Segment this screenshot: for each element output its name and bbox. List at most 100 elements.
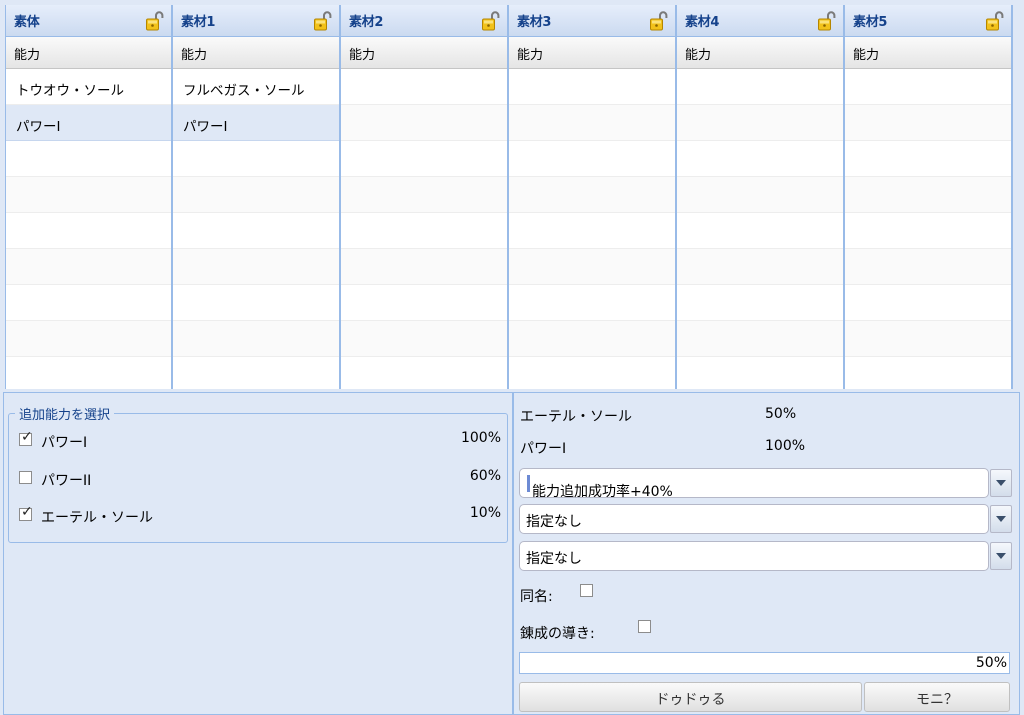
ability-option[interactable]: ✓ パワーI 100% xyxy=(19,430,505,451)
table-row[interactable] xyxy=(6,321,171,357)
unlocked-padlock-icon[interactable] xyxy=(817,10,837,32)
table-row[interactable] xyxy=(845,105,1011,141)
column-header[interactable]: 能力 xyxy=(173,37,339,69)
table-row[interactable] xyxy=(677,69,843,105)
table-row[interactable] xyxy=(341,285,507,321)
table-row[interactable] xyxy=(341,357,507,389)
combo-dropdown-trigger[interactable] xyxy=(990,469,1012,497)
column-header[interactable]: 能力 xyxy=(509,37,675,69)
grid-title-bar: 素材5 xyxy=(845,5,1011,37)
table-row[interactable] xyxy=(509,321,675,357)
unlocked-padlock-icon[interactable] xyxy=(481,10,501,32)
table-row[interactable] xyxy=(509,285,675,321)
grid-title-bar: 素材4 xyxy=(677,5,843,37)
table-row[interactable] xyxy=(341,177,507,213)
additional-ability-panel: 追加能力を選択 ✓ パワーI 100% パワーII 60% ✓ エーテル・ソール 10% xyxy=(3,392,513,715)
bonus-combo-2[interactable]: 指定なし xyxy=(519,504,1012,534)
table-row[interactable] xyxy=(341,321,507,357)
rate-value: 100% xyxy=(765,438,806,454)
combo-input[interactable]: 能力追加成功率+40% xyxy=(519,468,989,500)
table-row[interactable] xyxy=(341,213,507,249)
table-row[interactable] xyxy=(509,249,675,285)
text-cursor xyxy=(527,475,530,492)
table-row[interactable] xyxy=(845,69,1011,105)
combo-dropdown-trigger[interactable] xyxy=(990,542,1012,570)
table-row[interactable] xyxy=(6,141,171,177)
table-row[interactable] xyxy=(509,177,675,213)
grid-title-bar: 素材2 xyxy=(341,5,507,37)
table-row[interactable] xyxy=(845,249,1011,285)
table-row[interactable] xyxy=(677,177,843,213)
success-rate-progress: 50% xyxy=(519,652,1010,674)
combo-dropdown-trigger[interactable] xyxy=(990,505,1012,533)
option-label: エーテル・ソール xyxy=(41,510,153,526)
bonus-combo-3[interactable]: 指定なし xyxy=(519,541,1012,571)
table-row[interactable]: パワーI xyxy=(6,105,171,141)
monitor-button[interactable]: モニ？ xyxy=(864,682,1010,712)
table-row[interactable] xyxy=(509,141,675,177)
ability-option[interactable]: パワーII 60% xyxy=(19,468,505,489)
table-row[interactable] xyxy=(341,105,507,141)
table-row[interactable] xyxy=(6,177,171,213)
table-row[interactable] xyxy=(173,141,339,177)
rate-name: エーテル・ソール xyxy=(520,409,632,425)
table-row[interactable] xyxy=(173,285,339,321)
table-row[interactable] xyxy=(845,141,1011,177)
unlocked-padlock-icon[interactable] xyxy=(649,10,669,32)
table-row[interactable] xyxy=(173,177,339,213)
table-row[interactable] xyxy=(845,213,1011,249)
execute-button[interactable]: ドゥドゥる xyxy=(519,682,862,712)
table-row[interactable] xyxy=(6,249,171,285)
combo-input[interactable]: 指定なし xyxy=(519,504,989,534)
table-row[interactable] xyxy=(677,105,843,141)
option-checkbox[interactable] xyxy=(19,471,32,484)
option-checkbox[interactable]: ✓ xyxy=(19,430,33,446)
table-row[interactable] xyxy=(341,249,507,285)
rate-name: パワーI xyxy=(520,441,567,457)
table-row[interactable] xyxy=(509,213,675,249)
chevron-down-icon xyxy=(996,553,1006,559)
table-row[interactable] xyxy=(845,321,1011,357)
table-row[interactable] xyxy=(6,357,171,389)
table-row[interactable] xyxy=(677,357,843,389)
table-row[interactable] xyxy=(677,141,843,177)
table-row[interactable]: パワーI xyxy=(173,105,339,141)
table-row[interactable] xyxy=(173,249,339,285)
table-row[interactable] xyxy=(845,357,1011,389)
table-row[interactable] xyxy=(509,69,675,105)
table-row[interactable]: フルベガス・ソール xyxy=(173,69,339,105)
column-header[interactable]: 能力 xyxy=(677,37,843,69)
bonus-combo-1[interactable]: 能力追加成功率+40% xyxy=(519,468,1012,500)
table-row[interactable] xyxy=(173,321,339,357)
column-header[interactable]: 能力 xyxy=(845,37,1011,69)
ability-option[interactable]: ✓ エーテル・ソール 10% xyxy=(19,505,505,526)
unlocked-padlock-icon[interactable] xyxy=(985,10,1005,32)
table-row[interactable] xyxy=(341,69,507,105)
table-row[interactable] xyxy=(677,249,843,285)
unlocked-padlock-icon[interactable] xyxy=(145,10,165,32)
combo-input[interactable]: 指定なし xyxy=(519,541,989,571)
grid-title-bar: 素材1 xyxy=(173,5,339,37)
table-row[interactable] xyxy=(677,321,843,357)
column-header[interactable]: 能力 xyxy=(341,37,507,69)
table-row[interactable] xyxy=(845,285,1011,321)
column-header[interactable]: 能力 xyxy=(6,37,171,69)
material-grids: 素体 能力 トウオウ・ソール パワーI 素材1 能力 フルベガス・ソール パワーI 素材2 能力素… xyxy=(5,5,1014,389)
option-checkbox[interactable]: ✓ xyxy=(19,505,33,521)
table-row[interactable] xyxy=(173,357,339,389)
grid-title: 素材4 xyxy=(685,15,720,30)
table-row[interactable] xyxy=(6,213,171,249)
option-percent: 60% xyxy=(469,468,501,484)
unlocked-padlock-icon[interactable] xyxy=(313,10,333,32)
same-name-label: 同名: xyxy=(520,589,553,605)
option-label: パワーI xyxy=(41,435,88,451)
table-row[interactable] xyxy=(341,141,507,177)
table-row[interactable] xyxy=(173,213,339,249)
table-row[interactable] xyxy=(509,357,675,389)
table-row[interactable] xyxy=(845,177,1011,213)
table-row[interactable] xyxy=(6,285,171,321)
table-row[interactable] xyxy=(509,105,675,141)
table-row[interactable]: トウオウ・ソール xyxy=(6,69,171,105)
table-row[interactable] xyxy=(677,213,843,249)
table-row[interactable] xyxy=(677,285,843,321)
